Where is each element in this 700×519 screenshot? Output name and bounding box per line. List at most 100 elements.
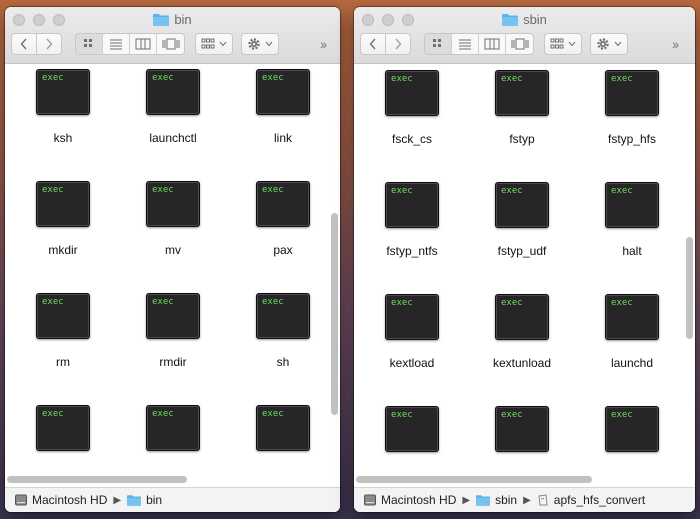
file-name: kextload (389, 356, 435, 370)
exec-badge: exec (501, 298, 523, 308)
vertical-scrollbar[interactable] (331, 213, 338, 415)
file-name: kextunload (492, 356, 552, 370)
icon-view-button[interactable] (76, 34, 103, 54)
file-item[interactable]: exec fstyp_hfs (587, 70, 677, 150)
path-bar: Macintosh HD ▶ bin (5, 487, 340, 512)
file-item[interactable]: exec (587, 406, 677, 482)
exec-badge: exec (391, 298, 413, 308)
exec-file-icon: exec (495, 294, 549, 340)
exec-badge: exec (501, 410, 523, 420)
path-item-folder[interactable]: sbin (476, 493, 517, 507)
column-view-button[interactable] (479, 34, 506, 54)
file-item[interactable]: exec fstyp_ntfs (367, 182, 457, 262)
file-item[interactable]: exec (128, 405, 218, 482)
file-item[interactable]: exec kextload (367, 294, 457, 374)
window-title: bin (5, 12, 340, 28)
exec-file-icon: exec (256, 69, 310, 115)
exec-badge: exec (42, 297, 64, 307)
exec-file-icon: exec (385, 294, 439, 340)
file-item[interactable]: exec fstyp (477, 70, 567, 150)
file-name: fstyp_hfs (607, 132, 657, 146)
file-icon-grid[interactable]: exec fsck_cs exec fstyp exec fstyp_hfs exec fst… (354, 65, 695, 482)
exec-badge: exec (611, 186, 633, 196)
back-button[interactable] (11, 33, 37, 55)
gallery-icon (511, 38, 528, 50)
group-by-button[interactable] (544, 33, 582, 55)
exec-file-icon: exec (256, 405, 310, 451)
group-by-button[interactable] (195, 33, 233, 55)
file-item[interactable]: exec rm (18, 293, 108, 373)
file-item[interactable]: exec mv (128, 181, 218, 261)
file-item[interactable]: exec halt (587, 182, 677, 262)
exec-badge: exec (42, 185, 64, 195)
file-item[interactable]: exec (238, 405, 328, 482)
file-item[interactable]: exec (477, 406, 567, 482)
exec-file-icon: exec (146, 293, 200, 339)
file-item[interactable]: exec rmdir (128, 293, 218, 373)
exec-badge: exec (501, 74, 523, 84)
folder-icon (502, 14, 519, 26)
chevron-down-icon (568, 41, 576, 47)
file-item[interactable]: exec kextunload (477, 294, 567, 374)
columns-icon (135, 38, 151, 50)
file-item[interactable]: exec launchd (587, 294, 677, 374)
exec-badge: exec (262, 73, 284, 83)
back-button[interactable] (360, 33, 386, 55)
window-titlebar[interactable]: sbin ›› (354, 7, 695, 64)
view-mode-selector[interactable] (75, 33, 185, 55)
list-view-button[interactable] (103, 34, 130, 54)
file-name: fstyp_udf (497, 244, 547, 258)
path-item-disk[interactable]: Macintosh HD (364, 493, 456, 507)
toolbar-overflow-icon[interactable]: ›› (320, 36, 327, 52)
finder-window-bin[interactable]: bin ›› exec ksh exec launchctl exec link… (5, 7, 340, 512)
action-menu-button[interactable] (241, 33, 279, 55)
chevron-right-icon: ▶ (523, 494, 531, 506)
exec-file-icon: exec (605, 294, 659, 340)
file-name: rmdir (159, 355, 187, 369)
exec-badge: exec (391, 74, 413, 84)
column-view-button[interactable] (130, 34, 157, 54)
path-item-disk[interactable]: Macintosh HD (15, 493, 107, 507)
folder-icon (153, 14, 170, 26)
file-item[interactable]: exec (367, 406, 457, 482)
list-view-button[interactable] (452, 34, 479, 54)
forward-button[interactable] (385, 33, 411, 55)
file-item[interactable]: exec launchctl (128, 69, 218, 149)
path-item-file[interactable]: apfs_hfs_convert (537, 493, 645, 507)
action-menu-button[interactable] (590, 33, 628, 55)
file-name: fstyp (509, 132, 535, 146)
exec-badge: exec (501, 186, 523, 196)
chevron-down-icon (265, 41, 273, 47)
executable-file-icon (538, 494, 548, 506)
chevron-right-icon: ▶ (462, 494, 471, 506)
file-name: ksh (53, 131, 73, 145)
gallery-view-button[interactable] (506, 34, 533, 54)
file-item[interactable]: exec sh (238, 293, 328, 373)
forward-button[interactable] (36, 33, 62, 55)
window-titlebar[interactable]: bin ›› (5, 7, 340, 64)
path-item-folder[interactable]: bin (127, 493, 162, 507)
file-name: pax (273, 243, 293, 257)
vertical-scrollbar[interactable] (686, 237, 693, 339)
horizontal-scrollbar[interactable] (356, 476, 592, 483)
exec-badge: exec (152, 73, 174, 83)
horizontal-scrollbar[interactable] (7, 476, 187, 483)
file-item[interactable]: exec fstyp_udf (477, 182, 567, 262)
file-icon-grid[interactable]: exec ksh exec launchctl exec link exec mkdir exe… (5, 65, 340, 482)
chevron-left-icon (369, 38, 376, 50)
file-item[interactable]: exec (18, 405, 108, 482)
chevron-left-icon (20, 38, 27, 50)
exec-badge: exec (611, 410, 633, 420)
icon-view-button[interactable] (425, 34, 452, 54)
toolbar-overflow-icon[interactable]: ›› (672, 36, 679, 52)
file-item[interactable]: exec fsck_cs (367, 70, 457, 150)
file-item[interactable]: exec mkdir (18, 181, 108, 261)
view-mode-selector[interactable] (424, 33, 534, 55)
gallery-view-button[interactable] (157, 34, 184, 54)
file-item[interactable]: exec ksh (18, 69, 108, 149)
file-name: sh (276, 355, 290, 369)
exec-badge: exec (391, 186, 413, 196)
finder-window-sbin[interactable]: sbin ›› exec fsck_cs exec fstyp exec fst… (354, 7, 695, 512)
file-item[interactable]: exec pax (238, 181, 328, 261)
file-item[interactable]: exec link (238, 69, 328, 149)
